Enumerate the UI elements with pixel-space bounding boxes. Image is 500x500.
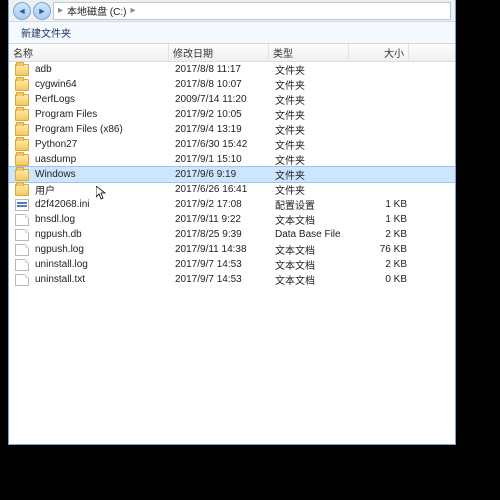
cell-type: 文件夹	[271, 62, 351, 77]
col-date[interactable]: 修改日期	[169, 44, 269, 61]
cell-date: 2009/7/14 11:20	[171, 94, 271, 105]
cell-date: 2017/9/7 14:53	[171, 274, 271, 285]
column-headers: 名称 修改日期 类型 大小	[9, 44, 455, 62]
cell-name: uninstall.txt	[31, 274, 171, 285]
table-row[interactable]: PerfLogs2009/7/14 11:20文件夹	[9, 92, 455, 107]
cell-date: 2017/6/30 15:42	[171, 139, 271, 150]
cell-size: 2 KB	[351, 259, 411, 270]
new-folder-button[interactable]: 新建文件夹	[15, 23, 77, 42]
cell-size: 2 KB	[351, 229, 411, 240]
table-row[interactable]: Program Files (x86)2017/9/4 13:19文件夹	[9, 122, 455, 137]
cell-type: 文本文档	[271, 257, 351, 272]
folder-icon	[15, 79, 29, 91]
breadcrumb[interactable]: ▸ 本地磁盘 (C:) ▸	[53, 2, 451, 20]
cell-type: 文本文档	[271, 242, 351, 257]
breadcrumb-drive: 本地磁盘 (C:)	[67, 3, 126, 18]
cell-date: 2017/9/1 15:10	[171, 154, 271, 165]
file-icon	[15, 229, 29, 241]
table-row[interactable]: adb2017/8/8 11:17文件夹	[9, 62, 455, 77]
cell-type: 文件夹	[271, 182, 351, 197]
cell-size: 1 KB	[351, 214, 411, 225]
cell-name: Windows	[31, 169, 171, 180]
forward-button[interactable]: ►	[33, 2, 51, 20]
table-row[interactable]: uninstall.log2017/9/7 14:53文本文档2 KB	[9, 257, 455, 272]
cell-type: 文件夹	[271, 137, 351, 152]
cell-name: d2f42068.ini	[31, 199, 171, 210]
cell-type: 文件夹	[271, 92, 351, 107]
breadcrumb-sep: ▸	[130, 5, 135, 16]
cell-type: 文件夹	[271, 77, 351, 92]
file-icon	[15, 259, 29, 271]
cell-date: 2017/8/25 9:39	[171, 229, 271, 240]
cell-name: Program Files	[31, 109, 171, 120]
folder-icon	[15, 64, 29, 76]
back-button[interactable]: ◄	[13, 2, 31, 20]
cell-size: 0 KB	[351, 274, 411, 285]
cell-name: bnsdl.log	[31, 214, 171, 225]
explorer-window: ◄ ► ▸ 本地磁盘 (C:) ▸ 新建文件夹 名称 修改日期 类型 大小 ad…	[8, 0, 456, 445]
col-name[interactable]: 名称	[9, 44, 169, 61]
cell-size: 1 KB	[351, 199, 411, 210]
file-icon	[15, 244, 29, 256]
cell-type: 文件夹	[271, 107, 351, 122]
cell-name: ngpush.log	[31, 244, 171, 255]
cell-type: 文件夹	[271, 122, 351, 137]
folder-icon	[15, 154, 29, 166]
cell-date: 2017/6/26 16:41	[171, 184, 271, 195]
cell-name: uasdump	[31, 154, 171, 165]
col-type[interactable]: 类型	[269, 44, 349, 61]
cell-date: 2017/9/2 10:05	[171, 109, 271, 120]
table-row[interactable]: Python272017/6/30 15:42文件夹	[9, 137, 455, 152]
table-row[interactable]: cygwin642017/8/8 10:07文件夹	[9, 77, 455, 92]
cell-name: PerfLogs	[31, 94, 171, 105]
folder-icon	[15, 139, 29, 151]
cell-name: Program Files (x86)	[31, 124, 171, 135]
table-row[interactable]: uninstall.txt2017/9/7 14:53文本文档0 KB	[9, 272, 455, 287]
cell-date: 2017/8/8 11:17	[171, 64, 271, 75]
folder-icon	[15, 124, 29, 136]
cell-date: 2017/9/6 9:19	[171, 169, 271, 180]
cell-date: 2017/9/11 14:38	[171, 244, 271, 255]
table-row[interactable]: uasdump2017/9/1 15:10文件夹	[9, 152, 455, 167]
file-icon	[15, 214, 29, 226]
cell-name: uninstall.log	[31, 259, 171, 270]
cell-name: adb	[31, 64, 171, 75]
cell-size: 76 KB	[351, 244, 411, 255]
cell-type: Data Base File	[271, 229, 351, 240]
cell-type: 文本文档	[271, 272, 351, 287]
cell-name: Python27	[31, 139, 171, 150]
table-row[interactable]: Program Files2017/9/2 10:05文件夹	[9, 107, 455, 122]
table-row[interactable]: ngpush.log2017/9/11 14:38文本文档76 KB	[9, 242, 455, 257]
cell-date: 2017/9/4 13:19	[171, 124, 271, 135]
file-list[interactable]: adb2017/8/8 11:17文件夹cygwin642017/8/8 10:…	[9, 62, 455, 444]
cell-type: 配置设置	[271, 197, 351, 212]
cell-name: 用户	[31, 182, 171, 197]
folder-icon	[15, 184, 29, 196]
table-row[interactable]: d2f42068.ini2017/9/2 17:08配置设置1 KB	[9, 197, 455, 212]
address-bar: ◄ ► ▸ 本地磁盘 (C:) ▸	[9, 0, 455, 22]
cell-date: 2017/9/7 14:53	[171, 259, 271, 270]
cell-name: cygwin64	[31, 79, 171, 90]
cell-type: 文件夹	[271, 152, 351, 167]
toolbar: 新建文件夹	[9, 22, 455, 44]
file-icon	[15, 199, 29, 211]
folder-icon	[15, 109, 29, 121]
cell-date: 2017/8/8 10:07	[171, 79, 271, 90]
file-icon	[15, 274, 29, 286]
table-row[interactable]: bnsdl.log2017/9/11 9:22文本文档1 KB	[9, 212, 455, 227]
breadcrumb-sep: ▸	[58, 5, 63, 16]
table-row[interactable]: Windows2017/9/6 9:19文件夹	[9, 167, 455, 182]
table-row[interactable]: 用户2017/6/26 16:41文件夹	[9, 182, 455, 197]
cell-date: 2017/9/2 17:08	[171, 199, 271, 210]
col-size[interactable]: 大小	[349, 44, 409, 61]
cell-date: 2017/9/11 9:22	[171, 214, 271, 225]
cell-type: 文本文档	[271, 212, 351, 227]
cell-name: ngpush.db	[31, 229, 171, 240]
table-row[interactable]: ngpush.db2017/8/25 9:39Data Base File2 K…	[9, 227, 455, 242]
cell-type: 文件夹	[271, 167, 351, 182]
folder-icon	[15, 94, 29, 106]
folder-icon	[15, 169, 29, 181]
